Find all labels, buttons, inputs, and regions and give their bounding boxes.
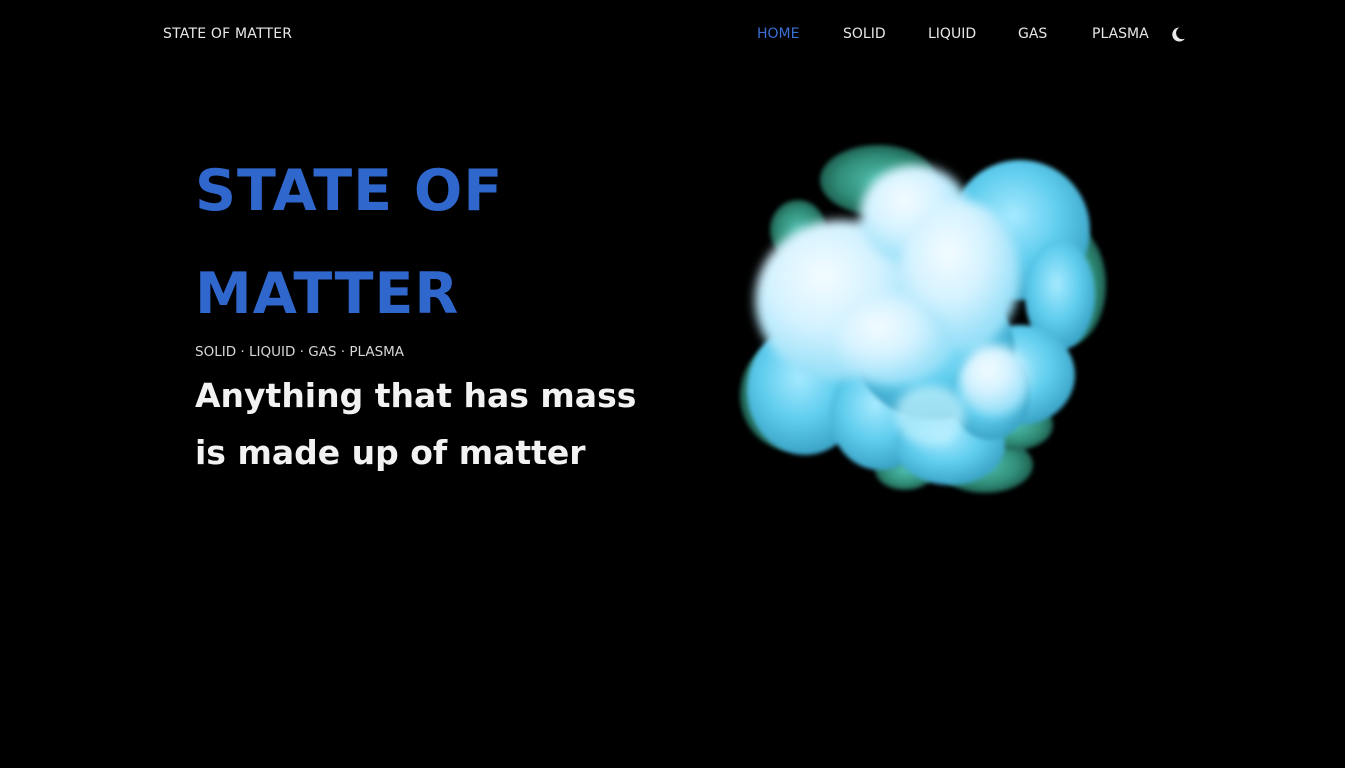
- hero-title-line-1: STATE OF: [195, 158, 504, 224]
- hero-title: STATE OF MATTER: [195, 140, 635, 346]
- theme-toggle-button[interactable]: [1170, 26, 1186, 44]
- hero-description: Anything that has mass is made up of mat…: [195, 367, 675, 481]
- nav-item-liquid[interactable]: LIQUID: [928, 26, 976, 42]
- nav-links: HOME SOLID LIQUID GAS PLASMA: [0, 26, 1345, 46]
- hero-description-line-1: Anything that has mass: [195, 376, 637, 415]
- page: STATE OF MATTER HOME SOLID LIQUID GAS PL…: [0, 0, 1345, 768]
- matter-blob-illustration: [740, 145, 1106, 493]
- nav-item-home[interactable]: HOME: [757, 26, 799, 42]
- hero-title-line-2: MATTER: [195, 261, 460, 327]
- hero-subtitle: SOLID · LIQUID · GAS · PLASMA: [195, 344, 405, 360]
- moon-icon: [1172, 27, 1185, 42]
- nav-item-solid[interactable]: SOLID: [843, 26, 886, 42]
- nav-item-plasma[interactable]: PLASMA: [1092, 26, 1149, 42]
- hero-description-line-2: is made up of matter: [195, 433, 586, 472]
- nav-item-gas[interactable]: GAS: [1018, 26, 1047, 42]
- navbar: STATE OF MATTER HOME SOLID LIQUID GAS PL…: [0, 0, 1345, 70]
